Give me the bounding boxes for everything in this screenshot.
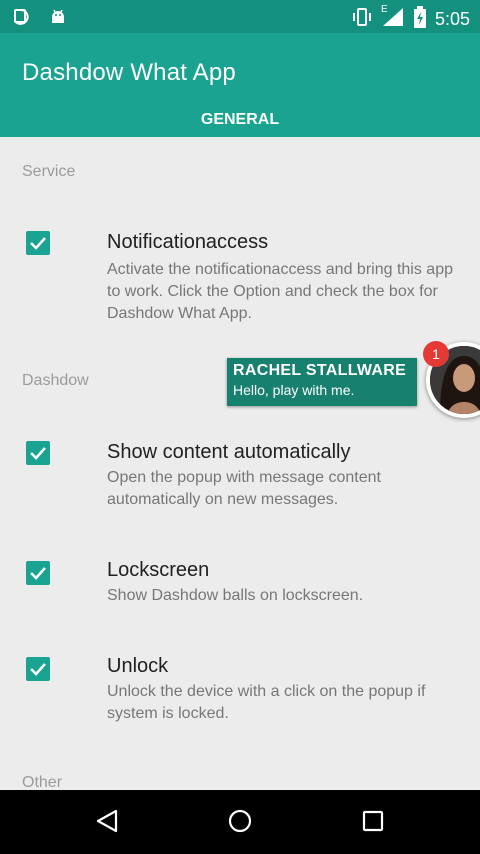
unread-badge: 1 xyxy=(423,341,449,367)
pref-lockscreen[interactable]: Lockscreen Show Dashdow balls on lockscr… xyxy=(0,547,480,617)
app-bar: Dashdow What App GENERAL xyxy=(0,33,480,137)
section-header-service: Service xyxy=(22,163,76,180)
battery-charging-icon xyxy=(413,6,427,32)
pref-summary: Activate the notificationaccess and brin… xyxy=(107,261,453,322)
pref-title: Notificationaccess xyxy=(107,231,269,253)
check-icon xyxy=(30,447,46,460)
pref-summary: Show Dashdow balls on lockscreen. xyxy=(107,587,364,604)
check-icon xyxy=(30,567,46,580)
network-type-label: E xyxy=(380,4,388,15)
unlock-checkbox[interactable] xyxy=(26,657,50,681)
status-time: 5:05 xyxy=(434,9,470,29)
pref-notificationaccess[interactable]: Notificationaccess Activate the notifica… xyxy=(0,217,480,337)
vibrate-icon xyxy=(351,7,373,31)
back-icon[interactable] xyxy=(94,808,120,838)
check-icon xyxy=(30,663,46,676)
app-title: Dashdow What App xyxy=(22,59,236,86)
notification-icon xyxy=(12,7,32,31)
lockscreen-checkbox[interactable] xyxy=(26,561,50,585)
home-icon[interactable] xyxy=(227,808,253,838)
chat-message: Hello, play with me. xyxy=(233,382,355,398)
navigation-bar xyxy=(0,790,480,854)
signal-icon: E xyxy=(380,4,405,32)
pref-unlock[interactable]: Unlock Unlock the device with a click on… xyxy=(0,643,480,733)
chat-sender-name: RACHEL STALLWARE xyxy=(233,362,407,379)
notificationaccess-checkbox[interactable] xyxy=(26,231,50,255)
section-header-dashdow: Dashdow xyxy=(22,372,89,389)
recents-icon[interactable] xyxy=(360,808,386,838)
pref-title: Unlock xyxy=(107,655,169,677)
pref-summary: Unlock the device with a click on the po… xyxy=(107,683,426,722)
pref-title: Lockscreen xyxy=(107,559,210,581)
chat-bubble[interactable]: RACHEL STALLWARE Hello, play with me. xyxy=(227,358,417,406)
android-debug-icon xyxy=(48,7,68,31)
check-icon xyxy=(30,237,46,250)
tab-general[interactable]: GENERAL xyxy=(0,111,480,129)
pref-show-content-automatically[interactable]: Show content automatically Open the popu… xyxy=(0,427,480,517)
settings-list: Service Notificationaccess Activate the … xyxy=(0,137,480,790)
status-bar: E 5:05 xyxy=(0,0,480,33)
section-header-other: Other xyxy=(22,774,63,790)
pref-summary: Open the popup with message content auto… xyxy=(107,469,381,508)
show-content-checkbox[interactable] xyxy=(26,441,50,465)
pref-title: Show content automatically xyxy=(107,441,351,463)
